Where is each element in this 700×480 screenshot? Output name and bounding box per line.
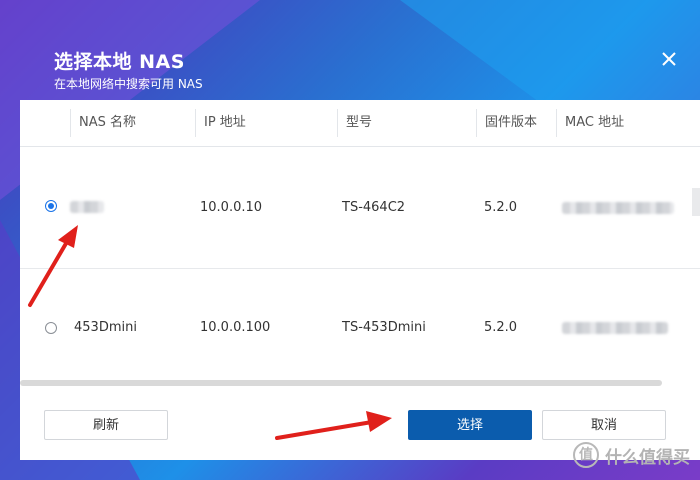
column-header-mac[interactable]: MAC 地址 — [556, 109, 624, 137]
row-firmware: 5.2.0 — [484, 320, 518, 335]
close-icon[interactable] — [660, 50, 678, 68]
dialog-title: 选择本地 NAS — [54, 51, 185, 73]
column-header-firmware[interactable]: 固件版本 — [476, 109, 537, 137]
column-header-name[interactable]: NAS 名称 — [70, 109, 136, 137]
refresh-button[interactable]: 刷新 — [44, 410, 168, 440]
nas-select-dialog: NAS 名称 IP 地址 型号 固件版本 MAC 地址 10.0.0.10 TS… — [20, 100, 700, 460]
row-model: TS-453Dmini — [342, 320, 426, 335]
dialog-subtitle: 在本地网络中搜索可用 NAS — [54, 77, 203, 91]
table-header: NAS 名称 IP 地址 型号 固件版本 MAC 地址 — [20, 100, 700, 147]
dialog-header: 选择本地 NAS 在本地网络中搜索可用 NAS — [20, 20, 700, 100]
row-select-radio[interactable] — [45, 200, 57, 212]
column-header-model[interactable]: 型号 — [337, 109, 372, 137]
watermark-logo: 值 — [573, 442, 599, 468]
row-firmware: 5.2.0 — [484, 200, 518, 215]
row-model: TS-464C2 — [342, 200, 406, 215]
row-select-radio[interactable] — [45, 322, 57, 334]
column-header-ip[interactable]: IP 地址 — [195, 109, 246, 137]
redacted-nas-name — [70, 201, 104, 213]
row-ip: 10.0.0.10 — [200, 200, 263, 215]
watermark-text: 什么值得买 — [605, 447, 690, 468]
horizontal-scrollbar[interactable] — [20, 380, 662, 386]
redacted-mac — [562, 202, 674, 214]
row-name: 453Dmini — [74, 320, 137, 335]
cancel-button[interactable]: 取消 — [542, 410, 666, 440]
table-row[interactable]: 453Dmini 10.0.0.100 TS-453Dmini 5.2.0 — [20, 268, 700, 380]
scroll-edge — [692, 188, 700, 216]
table-row[interactable]: 10.0.0.10 TS-464C2 5.2.0 — [20, 146, 700, 269]
row-ip: 10.0.0.100 — [200, 320, 271, 335]
redacted-mac — [562, 322, 668, 334]
desktop-background: 选择本地 NAS 在本地网络中搜索可用 NAS NAS 名称 IP 地址 型号 … — [0, 0, 700, 480]
select-button[interactable]: 选择 — [408, 410, 532, 440]
watermark: 值 什么值得买 — [573, 442, 690, 468]
